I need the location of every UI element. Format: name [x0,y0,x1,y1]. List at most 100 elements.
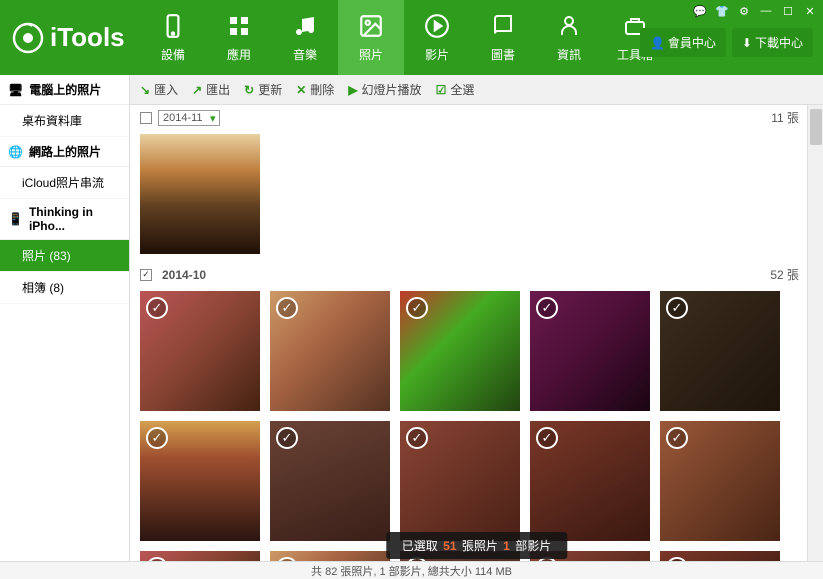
label: 幻燈片播放 [362,81,422,98]
check-icon[interactable]: ✓ [406,297,428,319]
shirt-icon[interactable]: 👕 [715,4,729,18]
phone-icon: 📱 [8,212,23,226]
download-center-button[interactable]: ⬇ 下載中心 [732,28,813,57]
section-header-1: 2014-11 11 張 [130,105,823,130]
label: 會員中心 [668,34,716,51]
photo-thumb[interactable]: ✓ [140,551,260,561]
member-center-button[interactable]: 👤 會員中心 [640,28,726,57]
photo-thumb[interactable] [140,134,260,254]
sidebar-item-photos[interactable]: 照片 (83) [0,240,129,272]
nav-label: 音樂 [293,46,317,63]
logo-area: iTools [0,0,140,75]
check-icon[interactable]: ✓ [536,427,558,449]
photo-thumb[interactable]: ✓ [660,421,780,541]
apps-icon [225,12,253,40]
sidebar-item-albums[interactable]: 相簿 (8) [0,272,129,304]
nav-photo[interactable]: 照片 [338,0,404,75]
check-icon[interactable]: ✓ [666,297,688,319]
photo-icon [357,12,385,40]
check-icon[interactable]: ✓ [146,557,168,561]
user-icon: 👤 [650,36,665,50]
export-button[interactable]: ↗ 匯出 [192,81,230,98]
nav-book[interactable]: 圖書 [470,0,536,75]
itools-logo-icon [12,22,44,54]
selection-toast: 已選取 51 張照片 1 部影片 [386,532,567,559]
slideshow-button[interactable]: ▶幻燈片播放 [348,81,421,98]
selectall-button[interactable]: ☑全選 [436,81,475,98]
photo-thumb[interactable]: ✓ [660,551,780,561]
check-icon[interactable]: ✓ [666,557,688,561]
section-count: 11 張 [771,109,799,126]
toast-prefix: 已選取 [402,539,441,553]
refresh-icon: ↻ [244,83,254,97]
nav-label: 設備 [161,46,185,63]
photo-thumb[interactable]: ✓ [400,291,520,411]
nav-label: 資訊 [557,46,581,63]
music-icon [291,12,319,40]
check-icon[interactable]: ✓ [536,297,558,319]
photo-thumb[interactable]: ✓ [530,421,650,541]
nav-video[interactable]: 影片 [404,0,470,75]
photo-grid-2: ✓ ✓ ✓ ✓ ✓ ✓ ✓ ✓ ✓ ✓ ✓ ✓ ✓ ✓ ✓ [130,287,823,561]
photo-thumb[interactable]: ✓ [400,421,520,541]
check-icon[interactable]: ✓ [146,427,168,449]
nav-info[interactable]: 資訊 [536,0,602,75]
sidebar-header[interactable]: 📱 Thinking in iPho... [0,199,129,240]
section-date: 2014-10 [162,268,206,282]
close-icon[interactable]: ✕ [803,4,817,18]
check-icon[interactable]: ✓ [276,557,298,561]
monitor-icon: 🖥 [8,83,23,97]
chat-icon[interactable]: 💬 [693,4,707,18]
toast-video-count: 1 [501,539,512,553]
check-icon[interactable]: ✓ [276,427,298,449]
download-icon: ⬇ [742,36,752,50]
sidebar-item-wallpaper[interactable]: 桌布資料庫 [0,105,129,137]
sidebar-header[interactable]: 🖥 電腦上的照片 [0,75,129,105]
selectall-icon: ☑ [436,83,447,97]
label: 下載中心 [755,34,803,51]
label: 匯出 [206,81,230,98]
photo-thumb[interactable]: ✓ [270,421,390,541]
vertical-scrollbar[interactable] [807,105,823,561]
label: 匯入 [154,81,178,98]
import-button[interactable]: ↘匯入 [140,81,178,98]
photo-thumb[interactable]: ✓ [660,291,780,411]
title: 網路上的照片 [29,143,101,160]
settings-icon[interactable]: ⚙ [737,4,751,18]
main-area: 🖥 電腦上的照片 桌布資料庫 🌐 網路上的照片 iCloud照片串流 📱 Thi… [0,75,823,561]
video-icon [423,12,451,40]
sidebar: 🖥 電腦上的照片 桌布資料庫 🌐 網路上的照片 iCloud照片串流 📱 Thi… [0,75,130,561]
maximize-icon[interactable]: ☐ [781,4,795,18]
check-icon[interactable]: ✓ [146,297,168,319]
photo-thumb[interactable]: ✓ [270,291,390,411]
info-icon [555,12,583,40]
sidebar-item-icloud[interactable]: iCloud照片串流 [0,167,129,199]
photo-thumb[interactable]: ✓ [270,551,390,561]
date-dropdown[interactable]: 2014-11 [158,110,220,126]
section-checkbox[interactable] [140,112,152,124]
nav-apps[interactable]: 應用 [206,0,272,75]
check-icon[interactable]: ✓ [406,427,428,449]
scrollbar-thumb[interactable] [810,109,822,145]
section-checkbox[interactable] [140,269,152,281]
minimize-icon[interactable]: — [759,4,773,18]
section-count: 52 張 [770,266,799,283]
nav-music[interactable]: 音樂 [272,0,338,75]
sidebar-group-network: 🌐 網路上的照片 iCloud照片串流 [0,137,129,199]
delete-button[interactable]: ✕刪除 [296,81,334,98]
section-header-2: 2014-10 52 張 [130,262,823,287]
export-icon: ↗ [192,83,202,97]
sidebar-header[interactable]: 🌐 網路上的照片 [0,137,129,167]
check-icon[interactable]: ✓ [666,427,688,449]
status-text: 共 82 張照片, 1 部影片, 總共大小 114 MB [311,563,512,579]
photo-thumb[interactable]: ✓ [530,291,650,411]
nav-label: 應用 [227,46,251,63]
nav-device[interactable]: 設備 [140,0,206,75]
label: 全選 [450,81,474,98]
photo-thumb[interactable]: ✓ [140,421,260,541]
sidebar-group-device: 📱 Thinking in iPho... 照片 (83) 相簿 (8) [0,199,129,304]
photo-thumb[interactable]: ✓ [140,291,260,411]
refresh-button[interactable]: ↻更新 [244,81,282,98]
nav-label: 圖書 [491,46,515,63]
check-icon[interactable]: ✓ [276,297,298,319]
